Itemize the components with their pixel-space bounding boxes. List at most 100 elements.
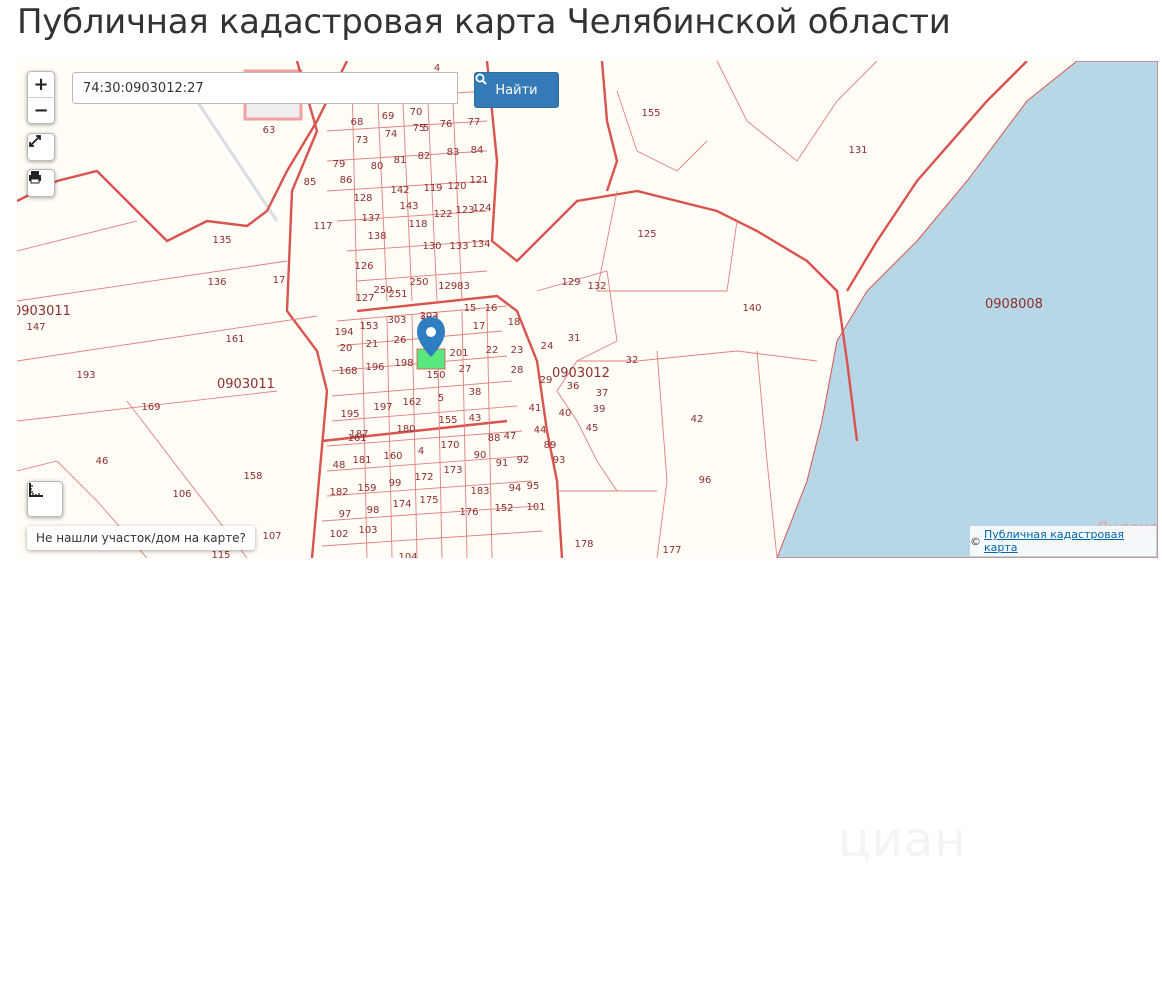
parcel-label: 131 [848,145,867,156]
parcel-label: 83 [447,147,460,158]
parcel-label: 173 [443,465,462,476]
parcel-label: 91 [496,458,509,469]
parcel-label: 81 [394,155,407,166]
parcel-label: 194 [334,327,353,338]
parcel-label: 76 [440,119,453,130]
not-found-button[interactable]: Не нашли участок/дом на карте? [27,526,255,550]
parcel-label: 38 [469,387,482,398]
parcel-label: 135 [212,235,231,246]
parcel-label: 44 [534,425,547,436]
attribution-link[interactable]: Публичная кадастровая карта [984,528,1148,554]
ruler-button[interactable] [27,481,63,517]
print-button[interactable] [27,169,55,197]
parcel-label: 5 [438,393,444,404]
parcel-label: 36 [567,381,580,392]
parcel-label: 137 [361,213,380,224]
parcel-label: 82 [418,151,431,162]
parcel-label: 120 [447,181,466,192]
quarter-label: 0908008 [985,297,1043,312]
parcel-label: 168 [338,366,357,377]
parcel-label: 94 [509,483,522,494]
fullscreen-button[interactable] [27,133,55,161]
parcel-label: 133 [449,241,468,252]
parcel-label: 161 [225,334,244,345]
search-icon [475,73,487,85]
parcel-label: 118 [408,219,427,230]
parcel-label: 79 [333,159,346,170]
parcel-label: 32 [626,355,639,366]
parcel-label: 121 [469,175,488,186]
parcel-label: 155 [438,415,457,426]
parcel-label: 147 [26,322,45,333]
parcel-label: 97 [339,509,352,520]
search-button[interactable]: Найти [474,72,559,108]
parcel-label: 43 [469,413,482,424]
parcel-label: 138 [367,231,386,242]
parcel-label: 172 [414,472,433,483]
parcel-label: 40 [559,408,572,419]
parcel-label: 198 [394,358,413,369]
zoom-out-button[interactable]: − [28,97,54,123]
parcel-label: 46 [96,456,109,467]
parcel-label: 85 [304,177,317,188]
parcel-label: 115 [211,550,230,558]
cadastral-map[interactable]: 63 68 69 70 76 77 73 74 75 79 80 81 82 83 84 85 86 142 119… [17,61,1158,558]
parcel-label: 107 [262,531,281,542]
parcel-label: 77 [468,117,481,128]
parcel-label: 5 [423,123,429,134]
parcel-label: 73 [356,135,369,146]
parcel-label: 177 [662,545,681,556]
parcel-label: 29 [540,375,553,386]
parcel-label: 18 [508,317,521,328]
parcel-label: 80 [371,161,384,172]
map-canvas[interactable]: 636869 7076 7773747579 8081 82 83 8485 86142 119… [17,61,1158,558]
parcel-label: 126 [354,261,373,272]
parcel-label: 125 [637,229,656,240]
parcel-label: 28 [511,365,524,376]
parcel-label: 193 [76,370,95,381]
parcel-label: 130 [422,241,441,252]
parcel-label: 74 [385,129,398,140]
zoom-control: + − [27,71,55,124]
parcel-label: 68 [351,117,364,128]
cadastral-number-input[interactable] [72,72,458,104]
parcel-label: 41 [529,403,542,414]
parcel-label: 4 [418,446,424,457]
parcel-label: 122 [433,209,452,220]
parcel-label: 197 [373,402,392,413]
parcel-label: 201 [449,348,468,359]
parcel-label: 17 [473,321,486,332]
parcel-label: 175 [419,495,438,506]
zoom-in-button[interactable]: + [28,72,54,97]
parcel-label: 39 [593,404,606,415]
parcel-label: 15 [464,303,477,314]
parcel-label: 92 [517,455,530,466]
parcel-label: 23 [511,345,524,356]
parcel-label: 84 [471,145,484,156]
quarter-label: 0903011 [17,304,71,319]
parcel-label: 96 [699,475,712,486]
parcel-label: 95 [527,481,540,492]
parcel-label: 47 [504,431,517,442]
map-attribution: © Публичная кадастровая карта [970,526,1156,556]
parcel-label: 170 [440,440,459,451]
parcel-label: 140 [742,303,761,314]
parcel-label: 129 [561,277,580,288]
parcel-label: 180 [396,424,415,435]
parcel-label: 102 [329,529,348,540]
parcel-label: 127 [355,293,374,304]
parcel-label: 24 [541,341,554,352]
parcel-label: 159 [357,483,376,494]
parcel-label: 128 [353,193,372,204]
parcel-label: 69 [382,111,395,122]
parcel-label: 158 [243,471,262,482]
parcel-label: 174 [392,499,411,510]
parcel-label: 162 [402,397,421,408]
parcel-label: 250 [373,285,392,296]
parcel-label: 20 [340,343,353,354]
attribution-prefix: © [970,534,981,548]
parcel-label: 155 [641,108,660,119]
parcel-label: 152 [494,503,513,514]
parcel-label: 99 [389,478,402,489]
parcel-label: 106 [172,489,191,500]
